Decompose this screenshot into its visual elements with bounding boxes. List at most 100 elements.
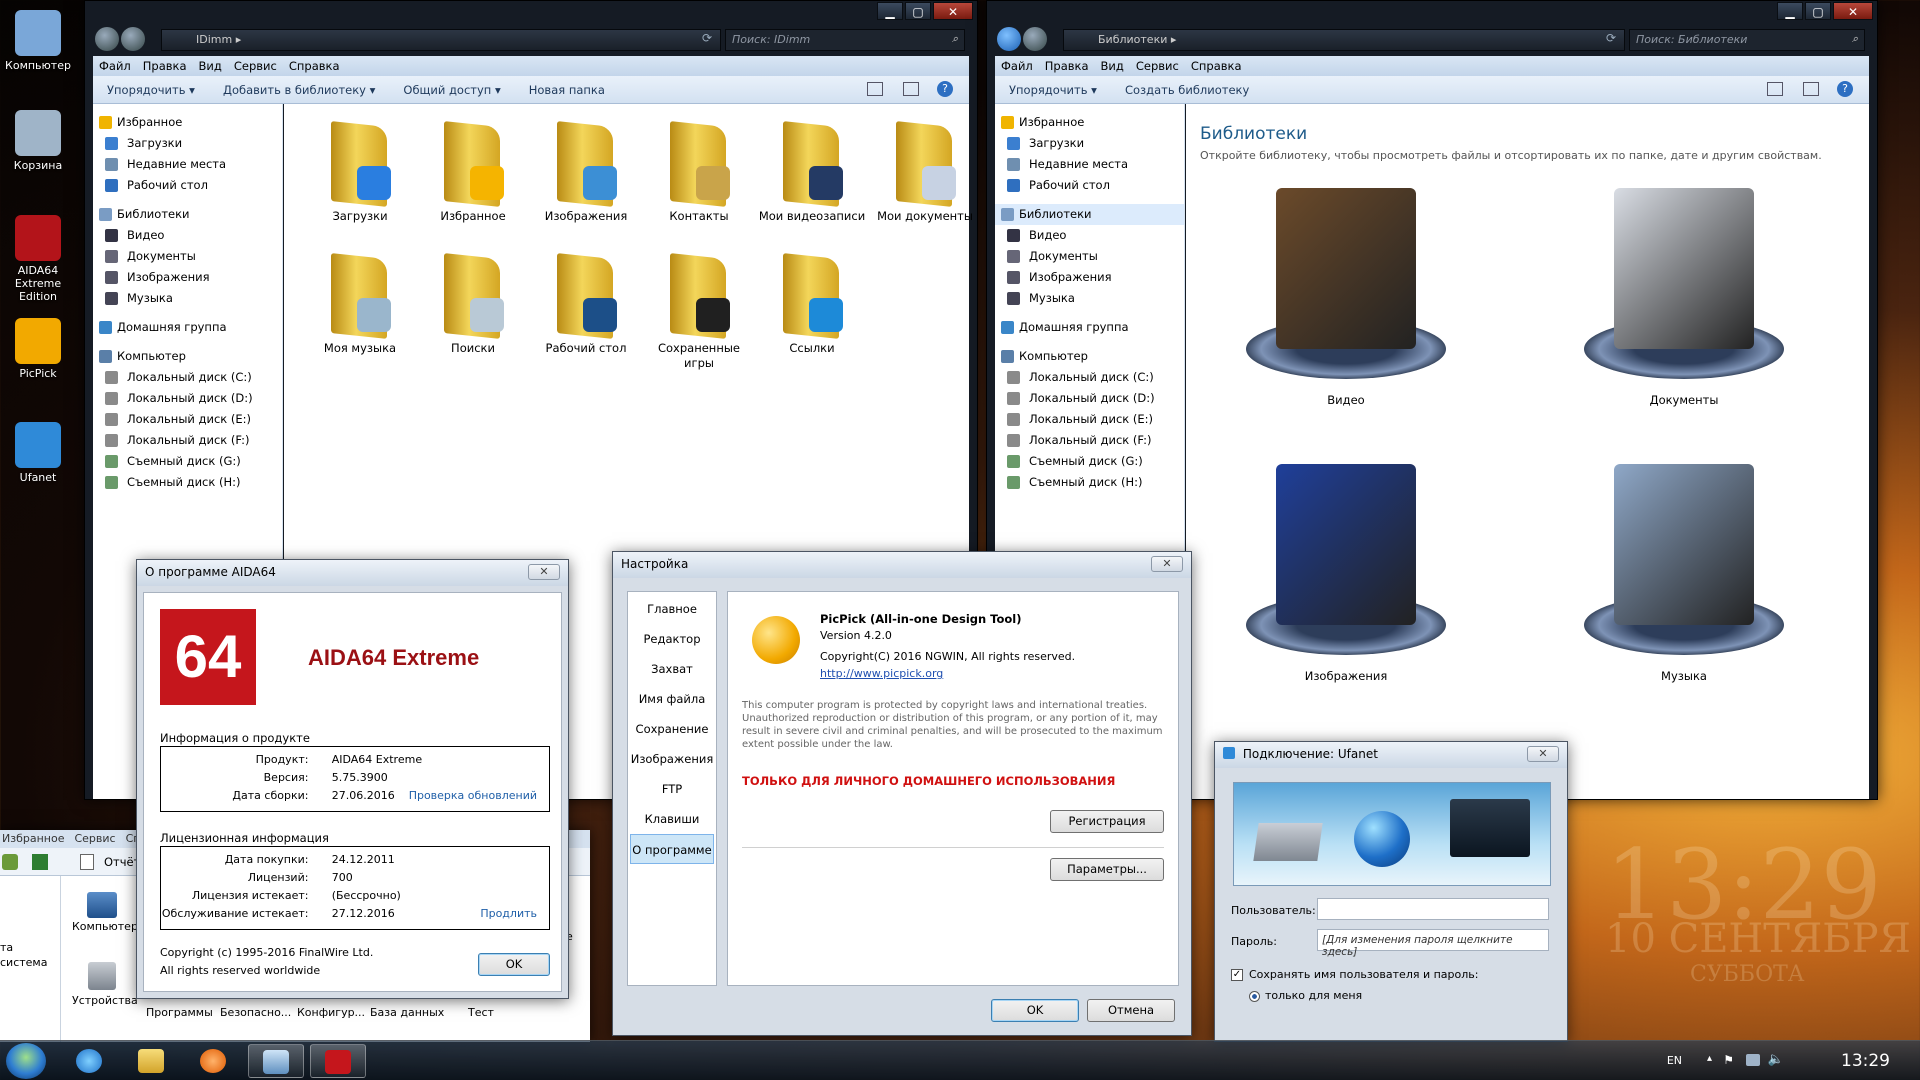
- folder-item[interactable]: Рабочий стол: [530, 253, 642, 356]
- menu-tools[interactable]: Сервис: [1136, 59, 1179, 76]
- menu-edit[interactable]: Правка: [1045, 59, 1089, 76]
- preview-pane-icon[interactable]: [1803, 82, 1819, 96]
- nav-item[interactable]: Локальный диск (F:): [995, 430, 1184, 451]
- nav-item[interactable]: Компьютер: [995, 346, 1184, 367]
- settings-nav-item[interactable]: Редактор: [630, 624, 714, 654]
- view-options-icon[interactable]: [867, 82, 883, 96]
- address-bar[interactable]: IDimm ▸: [161, 29, 721, 51]
- menu-help[interactable]: Справка: [1191, 59, 1242, 76]
- register-button[interactable]: Регистрация: [1050, 810, 1164, 833]
- folder-item[interactable]: Контакты: [643, 121, 755, 224]
- nav-item[interactable]: Съемный диск (H:): [995, 472, 1184, 493]
- aida-page-item[interactable]: Безопасно...: [220, 1006, 291, 1019]
- folder-item[interactable]: Моя музыка: [304, 253, 416, 356]
- nav-item[interactable]: Документы: [995, 246, 1184, 267]
- cancel-button[interactable]: Отмена: [1087, 999, 1175, 1022]
- menu-tools[interactable]: Сервис: [234, 59, 277, 76]
- organize-button[interactable]: Упорядочить ▾: [1009, 83, 1097, 103]
- aida-toolbar-report[interactable]: Отчёт: [104, 855, 140, 869]
- desktop-icon[interactable]: Компьютер: [0, 10, 76, 72]
- info-link[interactable]: Продлить: [480, 905, 537, 923]
- nav-item[interactable]: Музыка: [93, 288, 282, 309]
- network-tray-icon[interactable]: [1746, 1054, 1760, 1066]
- settings-nav-item[interactable]: О программе: [630, 834, 714, 864]
- new-folder-button[interactable]: Новая папка: [529, 83, 605, 103]
- settings-nav-item[interactable]: Захват: [630, 654, 714, 684]
- nav-item[interactable]: Избранное: [93, 112, 282, 133]
- nav-item[interactable]: Локальный диск (E:): [995, 409, 1184, 430]
- volume-icon[interactable]: 🔈: [1768, 1052, 1784, 1067]
- nav-item[interactable]: Съемный диск (G:): [93, 451, 282, 472]
- menu-file[interactable]: Файл: [1001, 59, 1033, 76]
- aida-toolbar-icon[interactable]: [32, 854, 48, 870]
- menu-file[interactable]: Файл: [99, 59, 131, 76]
- settings-nav-item[interactable]: FTP: [630, 774, 714, 804]
- desktop-icon[interactable]: AIDA64 Extreme Edition: [0, 215, 76, 303]
- aida-menu-favorites[interactable]: Избранное: [2, 832, 64, 848]
- parameters-button[interactable]: Параметры...: [1050, 858, 1164, 881]
- help-icon[interactable]: ?: [1837, 81, 1853, 97]
- nav-item[interactable]: Видео: [93, 225, 282, 246]
- nav-item[interactable]: Загрузки: [995, 133, 1184, 154]
- nav-item[interactable]: Домашняя группа: [93, 317, 282, 338]
- website-link[interactable]: http://www.picpick.org: [820, 667, 943, 680]
- library-item[interactable]: Документы: [1554, 184, 1814, 407]
- nav-item[interactable]: Библиотеки: [93, 204, 282, 225]
- desktop-icon[interactable]: PicPick: [0, 318, 76, 380]
- report-icon[interactable]: [80, 854, 94, 870]
- close-button[interactable]: ✕: [528, 564, 560, 580]
- aida-page-item[interactable]: Конфигур...: [297, 1006, 365, 1019]
- close-button[interactable]: ✕: [1833, 2, 1873, 20]
- taskbar-aida64[interactable]: [310, 1044, 366, 1078]
- back-button[interactable]: [95, 27, 119, 51]
- close-button[interactable]: ✕: [1527, 746, 1559, 762]
- nav-item[interactable]: Съемный диск (H:): [93, 472, 282, 493]
- settings-nav-item[interactable]: Главное: [630, 594, 714, 624]
- refresh-button[interactable]: ⟳: [697, 31, 717, 49]
- nav-item[interactable]: Недавние места: [93, 154, 282, 175]
- settings-nav-item[interactable]: Имя файла: [630, 684, 714, 714]
- only-me-radio[interactable]: [1249, 991, 1260, 1002]
- taskbar-picpick[interactable]: [248, 1044, 304, 1078]
- action-center-flag-icon[interactable]: ⚑: [1723, 1053, 1734, 1067]
- nav-item[interactable]: Библиотеки: [995, 204, 1184, 225]
- aida-page-item[interactable]: База данных: [370, 1006, 444, 1019]
- settings-nav-item[interactable]: Изображения: [630, 744, 714, 774]
- nav-item[interactable]: Документы: [93, 246, 282, 267]
- help-icon[interactable]: ?: [937, 81, 953, 97]
- search-input[interactable]: Поиск: Библиотеки ⌕: [1629, 29, 1865, 51]
- nav-item[interactable]: Рабочий стол: [93, 175, 282, 196]
- close-button[interactable]: ✕: [933, 2, 973, 20]
- organize-button[interactable]: Упорядочить ▾: [107, 83, 195, 103]
- nav-item[interactable]: Изображения: [93, 267, 282, 288]
- aida-menu-service[interactable]: Сервис: [74, 832, 115, 848]
- aida-page-item[interactable]: Программы: [146, 1006, 213, 1019]
- ok-button[interactable]: OK: [478, 953, 550, 976]
- language-indicator[interactable]: EN: [1667, 1054, 1682, 1067]
- nav-item[interactable]: Музыка: [995, 288, 1184, 309]
- library-item[interactable]: Изображения: [1216, 460, 1476, 683]
- nav-item[interactable]: Компьютер: [93, 346, 282, 367]
- refresh-button[interactable]: ⟳: [1601, 31, 1621, 49]
- nav-item[interactable]: Локальный диск (D:): [93, 388, 282, 409]
- nav-item[interactable]: Видео: [995, 225, 1184, 246]
- nav-item[interactable]: Локальный диск (F:): [93, 430, 282, 451]
- nav-item[interactable]: Рабочий стол: [995, 175, 1184, 196]
- new-library-button[interactable]: Создать библиотеку: [1125, 83, 1249, 103]
- info-link[interactable]: Проверка обновлений: [409, 787, 537, 805]
- taskbar-media-player[interactable]: [186, 1044, 242, 1078]
- address-bar[interactable]: Библиотеки ▸: [1063, 29, 1625, 51]
- folder-item[interactable]: Ссылки: [756, 253, 868, 356]
- nav-item[interactable]: Локальный диск (D:): [995, 388, 1184, 409]
- save-credentials-checkbox[interactable]: ✓: [1231, 969, 1243, 981]
- settings-nav-item[interactable]: Сохранение: [630, 714, 714, 744]
- taskbar-explorer[interactable]: [124, 1044, 180, 1078]
- aida-toolbar-icon[interactable]: [2, 854, 18, 870]
- folder-item[interactable]: Мои видеозаписи: [756, 121, 868, 224]
- folder-item[interactable]: Сохраненные игры: [643, 253, 755, 371]
- forward-button[interactable]: [121, 27, 145, 51]
- nav-item[interactable]: Локальный диск (C:): [93, 367, 282, 388]
- add-to-library-button[interactable]: Добавить в библиотеку ▾: [223, 83, 375, 103]
- aida-page-item[interactable]: Тест: [468, 1006, 494, 1019]
- taskbar-ie[interactable]: [62, 1044, 118, 1078]
